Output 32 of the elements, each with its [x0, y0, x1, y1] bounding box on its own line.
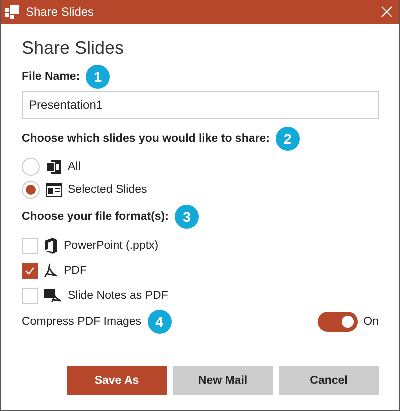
option-label: PDF — [64, 264, 87, 276]
pdf-icon — [44, 262, 58, 278]
step-badge: 3 — [174, 205, 199, 229]
option-label: All — [68, 160, 81, 172]
slide-layout-icon — [46, 182, 62, 196]
step-badge: 1 — [86, 65, 110, 89]
office-icon — [44, 238, 58, 254]
close-icon[interactable] — [381, 6, 393, 18]
checkmark-icon — [25, 266, 35, 274]
toggle-state: On — [364, 316, 379, 328]
option-label: Slide Notes as PDF — [68, 290, 168, 302]
toggle-switch[interactable] — [318, 312, 358, 332]
dialog-button[interactable]: New Mail — [173, 366, 273, 395]
section-label: Choose which slides you would like to share: — [22, 133, 270, 145]
radio-button[interactable] — [22, 158, 40, 176]
field-label: File Name: — [22, 71, 80, 83]
dialog-heading: Share Slides — [22, 38, 126, 59]
option-label: PowerPoint (.pptx) — [64, 240, 159, 252]
radio-button[interactable] — [22, 180, 40, 198]
notes-pdf-icon — [44, 288, 62, 304]
presentation-icon — [46, 158, 62, 174]
dialog-button[interactable]: Save As — [67, 366, 167, 395]
option-label: Selected Slides — [68, 184, 148, 196]
step-badge: 2 — [276, 127, 300, 151]
app-icon — [5, 5, 19, 19]
dialog-button[interactable]: Cancel — [279, 366, 379, 395]
setting-label: Compress PDF Images — [22, 316, 142, 328]
window-title: Share Slides — [26, 5, 96, 19]
checkbox[interactable] — [22, 262, 38, 278]
step-badge: 4 — [148, 310, 172, 334]
input-field[interactable]: Presentation1 — [22, 91, 379, 119]
section-label: Choose your file format(s): — [22, 211, 169, 223]
